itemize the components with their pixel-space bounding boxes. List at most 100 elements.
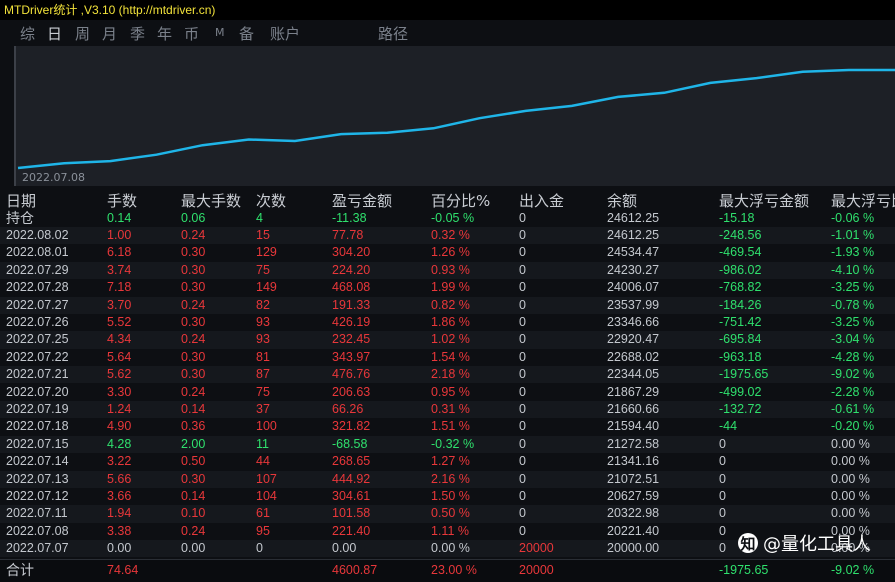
column-header: 盈亏金额 (332, 192, 393, 210)
table-cell: 0 (519, 245, 526, 260)
table-cell: 0.24 (181, 297, 206, 312)
table-row[interactable]: 2022.08.02 1.00 0.24 15 77.78 0.32 % 0 24612.25… (0, 226, 895, 245)
table-cell: 3.30 (107, 384, 132, 399)
table-row[interactable]: 2022.07.18 4.90 0.36 100 321.82 1.51 % 0 21594.… (0, 418, 895, 435)
table-row[interactable]: 2022.07.29 3.74 0.30 75 224.20 0.93 % 0 24230.2… (0, 261, 895, 280)
footer-cell: 74.64 (107, 563, 139, 577)
table-cell: 0 (519, 349, 526, 364)
table-cell: 0 (519, 297, 526, 312)
table-cell: 1.00 (107, 227, 132, 242)
tab-9[interactable]: 账户 (270, 23, 300, 44)
table-cell: 0 (719, 506, 726, 521)
table-cell: 0.30 (181, 349, 206, 364)
table-row[interactable]: 2022.07.14 3.22 0.50 44 268.65 1.27 % 0 21341.1… (0, 453, 895, 470)
tab-0[interactable]: 综 (20, 23, 35, 44)
table-row[interactable]: 2022.08.01 6.18 0.30 129 304.20 1.26 % 0 24534.… (0, 244, 895, 261)
table-cell: 3.38 (107, 523, 132, 538)
tab-4[interactable]: 季 (130, 23, 145, 44)
tab-2[interactable]: 周 (75, 23, 90, 44)
table-cell: 23537.99 (607, 297, 660, 312)
table-cell: 1.27 % (431, 454, 470, 469)
tab-1[interactable]: 日 (47, 23, 62, 44)
table-cell: 2022.07.08 (6, 523, 69, 538)
table-cell: 2022.08.02 (6, 227, 69, 242)
table-cell: 0.30 (181, 314, 206, 329)
table-cell: 24006.07 (607, 280, 660, 295)
table-cell: 3.70 (107, 297, 132, 312)
table-cell: 2022.07.18 (6, 419, 69, 434)
table-cell: 23346.66 (607, 314, 660, 329)
tab-6[interactable]: 币 (184, 23, 199, 44)
table-row[interactable]: 持仓 0.14 0.06 4 -11.38 -0.05 % 0 24612.25 -15.18 -… (0, 210, 895, 227)
table-row[interactable]: 2022.07.15 4.28 2.00 11 -68.58 -0.32 % 0 21272.… (0, 435, 895, 454)
table-cell: 0.30 (181, 245, 206, 260)
table-cell: 0.24 (181, 384, 206, 399)
table-cell: -3.25 % (831, 280, 875, 295)
table-cell: -1.93 % (831, 245, 875, 260)
table-cell: 93 (256, 314, 270, 329)
table-cell: 2022.07.25 (6, 332, 69, 347)
table-cell: 0 (719, 488, 726, 503)
table-cell: 0 (519, 227, 526, 242)
table-cell: 1.50 % (431, 488, 470, 503)
table-cell: 0.50 % (431, 506, 470, 521)
table-cell: 0 (519, 332, 526, 347)
tab-10[interactable]: 路径 (378, 23, 408, 44)
table-cell: -4.28 % (831, 349, 875, 364)
table-cell: 2022.07.27 (6, 297, 69, 312)
table-cell: 77.78 (332, 227, 364, 242)
tab-5[interactable]: 年 (157, 23, 172, 44)
table-row[interactable]: 2022.07.21 5.62 0.30 87 476.76 2.18 % 0 22344.0… (0, 366, 895, 384)
table-cell: 0 (519, 436, 526, 451)
table-row[interactable]: 2022.07.13 5.66 0.30 107 444.92 2.16 % 0 21072.… (0, 470, 895, 488)
table-cell: 0 (719, 523, 726, 538)
table-row[interactable]: 2022.07.27 3.70 0.24 82 191.33 0.82 % 0 23537.9… (0, 296, 895, 314)
table-cell: 81 (256, 349, 270, 364)
table-cell: 2022.07.26 (6, 314, 69, 329)
table-cell: -0.06 % (831, 210, 875, 225)
table-cell: 0 (256, 541, 263, 556)
table-row[interactable]: 2022.07.20 3.30 0.24 75 206.63 0.95 % 0 21867.2… (0, 384, 895, 401)
table-cell: 1.51 % (431, 419, 470, 434)
footer-cell: -1975.65 (719, 563, 769, 577)
tab-8[interactable]: 备 (239, 23, 254, 44)
table-row[interactable]: 2022.07.22 5.64 0.30 81 343.97 1.54 % 0 22688.0… (0, 349, 895, 366)
table-cell: 75 (256, 262, 270, 277)
table-cell: 0 (519, 419, 526, 434)
table-row[interactable]: 2022.07.19 1.24 0.14 37 66.26 0.31 % 0 21660.66… (0, 400, 895, 419)
table-cell: 0 (719, 454, 726, 469)
tab-3[interactable]: 月 (102, 23, 117, 44)
table-row[interactable]: 2022.07.11 1.94 0.10 61 101.58 0.50 % 0 20322.9… (0, 505, 895, 523)
table-cell: -44 (719, 419, 738, 434)
table-cell: 468.08 (332, 280, 371, 295)
table-cell: 2022.07.11 (6, 506, 68, 521)
table-row[interactable]: 2022.07.25 4.34 0.24 93 232.45 1.02 % 0 22920.4… (0, 331, 895, 349)
table-cell: 2022.07.21 (6, 367, 69, 382)
table-row[interactable]: 2022.07.12 3.66 0.14 104 304.61 1.50 % 0 20627.… (0, 488, 895, 505)
table-cell: 2022.07.12 (6, 488, 69, 503)
table-cell: 476.76 (332, 367, 371, 382)
chart-start-date: 2022.07.08 (22, 171, 85, 184)
table-cell: 21072.51 (607, 471, 660, 486)
table-cell: 343.97 (332, 349, 371, 364)
table-cell: 66.26 (332, 401, 364, 416)
table-cell: -248.56 (719, 227, 762, 242)
table-cell: 0 (519, 523, 526, 538)
zhihu-logo-icon: 知 (738, 533, 758, 553)
table-cell: 2022.07.13 (6, 471, 69, 486)
table-cell: 5.52 (107, 314, 132, 329)
table-cell: 3.22 (107, 454, 132, 469)
table-row[interactable]: 2022.07.28 7.18 0.30 149 468.08 1.99 % 0 24006.… (0, 279, 895, 296)
equity-chart: 2022.07.08 (14, 46, 895, 186)
table-cell: -184.26 (719, 297, 762, 312)
table-cell: 0.30 (181, 471, 206, 486)
table-cell: 0 (519, 488, 526, 503)
table-cell: 1.02 % (431, 332, 470, 347)
table-row[interactable]: 2022.07.26 5.52 0.30 93 426.19 1.86 % 0 23346.6… (0, 314, 895, 331)
table-cell: 0.00 % (831, 436, 870, 451)
table-cell: 24612.25 (607, 227, 660, 242)
table-cell: -68.58 (332, 436, 368, 451)
table-cell: 0.06 (181, 210, 206, 225)
tab-7[interactable]: M (215, 26, 225, 39)
table-cell: 0.00 % (831, 488, 870, 503)
